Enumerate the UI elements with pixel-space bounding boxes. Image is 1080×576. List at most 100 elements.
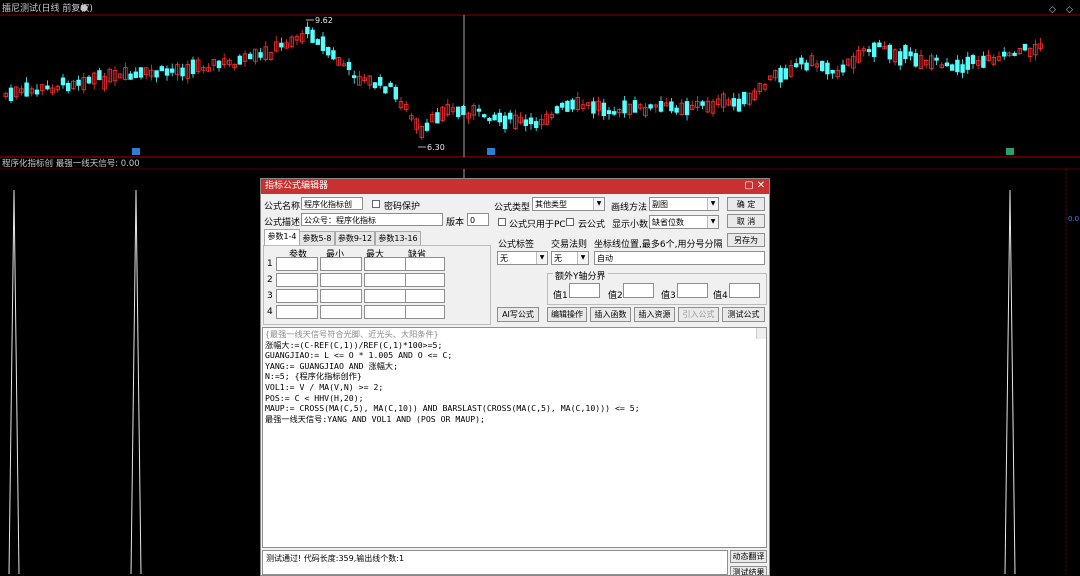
candle	[487, 117, 492, 122]
formula-tag-select[interactable]: 无 ▼	[497, 251, 548, 265]
trade-rule-select[interactable]: 无 ▼	[551, 251, 589, 265]
import-formula-button[interactable]: 引入公式	[678, 307, 719, 322]
candle	[320, 36, 326, 51]
param-default-input[interactable]	[405, 257, 445, 271]
test-formula-button[interactable]: 测试公式	[722, 307, 765, 322]
signal-marker-icon	[1006, 148, 1014, 155]
param-default-input[interactable]	[405, 289, 445, 303]
signal-spike	[130, 189, 142, 574]
candle	[591, 101, 596, 114]
candle	[534, 121, 539, 129]
val2-input[interactable]	[623, 283, 654, 298]
candle	[331, 50, 336, 60]
candle	[45, 85, 50, 90]
cloud-checkbox[interactable]	[566, 218, 574, 226]
save-as-button[interactable]: 另存为	[727, 233, 765, 247]
param-min-input[interactable]	[320, 289, 362, 303]
param-max-input[interactable]	[364, 305, 406, 319]
candle	[840, 64, 846, 73]
candle	[1012, 52, 1017, 56]
val4-label: 值4	[713, 291, 728, 301]
candle	[154, 70, 159, 78]
candle	[632, 100, 638, 113]
ok-button[interactable]: 确 定	[727, 197, 765, 211]
param-max-input[interactable]	[364, 289, 406, 303]
formula-type-select[interactable]: 其他类型 ▼	[532, 197, 605, 211]
param-name-input[interactable]	[276, 273, 318, 287]
pc-only-checkbox[interactable]	[498, 218, 506, 226]
insert-res-button[interactable]: 插入资源	[634, 307, 675, 322]
status-text: 测试通过! 代码长度:359,输出线个数:1	[266, 554, 405, 563]
val3-input[interactable]	[677, 283, 708, 298]
formula-desc-label: 公式描述	[264, 218, 301, 228]
val1-input[interactable]	[569, 283, 600, 298]
candle	[560, 102, 565, 108]
axis-pos-input[interactable]: 自动	[594, 251, 765, 265]
diamond-icon[interactable]: ◇	[1049, 5, 1056, 15]
candle	[279, 42, 284, 48]
dialog-title: 指标公式编辑器	[265, 181, 329, 191]
param-max-input[interactable]	[364, 273, 406, 287]
param-default-input[interactable]	[405, 273, 445, 287]
param-name-input[interactable]	[276, 257, 318, 271]
candle	[461, 105, 466, 115]
param-name-input[interactable]	[276, 305, 318, 319]
param-max-input[interactable]	[364, 257, 406, 271]
candle	[981, 55, 986, 68]
param-row-num: 4	[267, 307, 273, 317]
candle	[60, 77, 66, 86]
candle	[305, 26, 310, 35]
candle	[86, 76, 92, 84]
param-min-input[interactable]	[320, 273, 362, 287]
code-editor[interactable]: {最强一线天信号符合光脚、近光头、大阳条件} 涨幅大:=(C-REF(C,1))/…	[262, 327, 767, 548]
val1-label: 值1	[553, 291, 568, 301]
restore-icon[interactable]: ▢	[743, 180, 755, 192]
candle	[481, 114, 487, 118]
candle	[565, 100, 570, 112]
test-result-button[interactable]: 测试结果	[730, 566, 767, 575]
param-name-input[interactable]	[276, 289, 318, 303]
tab-params-9-12[interactable]: 参数9-12	[335, 231, 375, 246]
signal-spike	[8, 189, 20, 574]
edit-op-button[interactable]: 编辑操作	[547, 307, 587, 322]
editor-scrollbar[interactable]	[756, 328, 766, 339]
settings-icon[interactable]	[80, 4, 88, 12]
candle	[799, 57, 804, 65]
trade-rule-label: 交易法则	[551, 240, 588, 250]
candle	[778, 67, 783, 83]
version-input[interactable]: 0	[467, 213, 489, 226]
expand-icon[interactable]: ◇	[1066, 5, 1073, 15]
val3-label: 值3	[661, 291, 676, 301]
formula-desc-input[interactable]: 公众号：程序化指标	[301, 213, 443, 226]
tab-params-5-8[interactable]: 参数5-8	[299, 231, 335, 246]
password-checkbox[interactable]	[372, 200, 380, 208]
param-min-input[interactable]	[320, 257, 362, 271]
draw-method-select[interactable]: 副图 ▼	[649, 197, 719, 211]
candle	[648, 104, 653, 109]
val4-input[interactable]	[729, 283, 760, 298]
decimals-select[interactable]: 缺省位数 ▼	[649, 215, 719, 229]
dynamic-translate-button[interactable]: 动态翻译	[730, 550, 767, 563]
candle	[742, 91, 747, 105]
signal-marker-icon	[132, 148, 140, 155]
formula-name-input[interactable]: 程序化指标创	[301, 197, 363, 210]
candle	[190, 59, 196, 75]
ai-formula-button[interactable]: AI写公式	[497, 307, 539, 322]
tab-params-13-16[interactable]: 参数13-16	[375, 231, 421, 246]
draw-method-label: 画线方法	[611, 203, 648, 213]
tab-params-1-4[interactable]: 参数1-4	[264, 229, 300, 246]
val2-label: 值2	[608, 291, 623, 301]
candle	[377, 76, 383, 86]
insert-func-button[interactable]: 插入函数	[590, 307, 631, 322]
candle	[1022, 43, 1028, 51]
param-default-input[interactable]	[405, 305, 445, 319]
candle	[424, 122, 430, 131]
code-line: YANG:= GUANGJIAO AND 涨幅大;	[265, 360, 399, 371]
close-icon[interactable]: ✕	[755, 180, 767, 192]
param-min-input[interactable]	[320, 305, 362, 319]
candle	[872, 42, 877, 58]
candle	[950, 64, 955, 71]
code-lines: {最强一线天信号符合光脚、近光头、大阳条件} 涨幅大:=(C-REF(C,1))/…	[265, 329, 766, 424]
candle	[476, 108, 482, 112]
cancel-button[interactable]: 取 消	[727, 214, 765, 228]
